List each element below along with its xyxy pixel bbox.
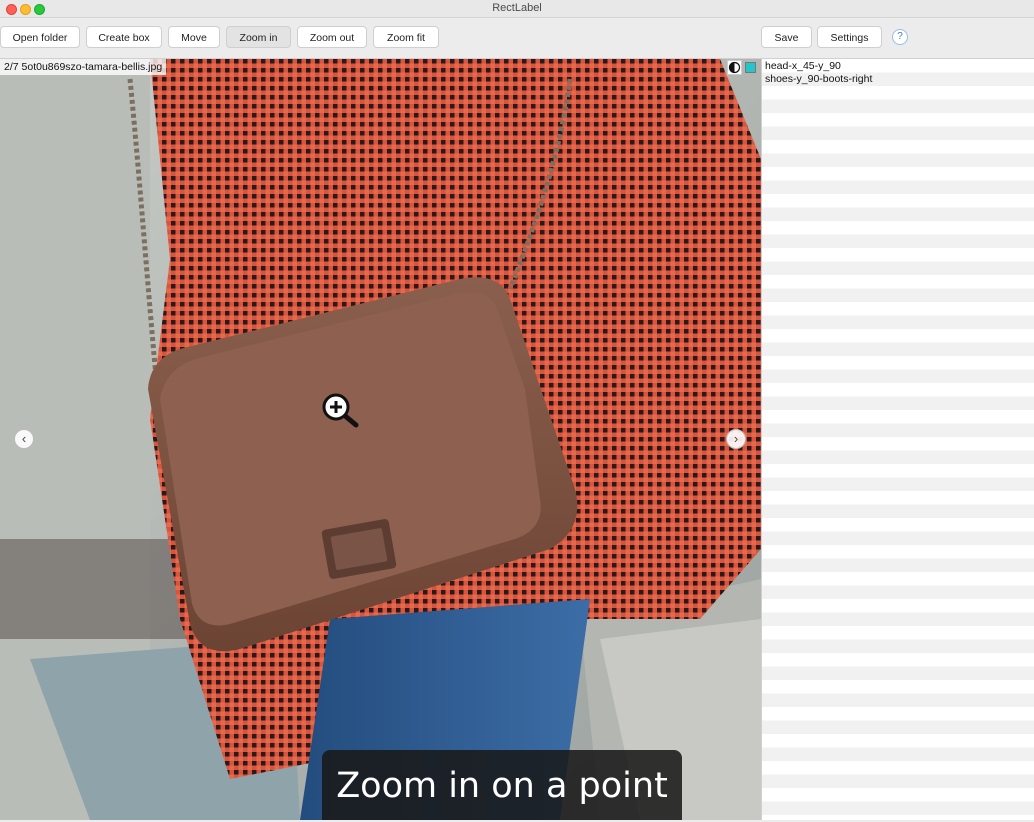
open-folder-button[interactable]: Open folder — [0, 26, 80, 48]
label-item-shoes[interactable]: shoes-y_90-boots-right — [765, 73, 872, 86]
help-icon[interactable]: ? — [892, 29, 908, 45]
previous-image-button[interactable]: ‹ — [14, 429, 34, 449]
window-title: RectLabel — [492, 2, 542, 14]
contrast-icon — [728, 61, 741, 74]
contrast-toggle[interactable] — [727, 60, 742, 75]
photo — [0, 59, 761, 820]
label-color-swatch[interactable] — [745, 62, 756, 73]
labels-panel: head-x_45-y_90 shoes-y_90-boots-right — [761, 59, 1034, 820]
image-canvas[interactable]: 2/7 5ot0u869szo-tamara-bellis.jpg ‹ › — [0, 59, 761, 820]
zoom-in-button[interactable]: Zoom in — [226, 26, 291, 48]
save-button[interactable]: Save — [761, 26, 812, 48]
window-titlebar: RectLabel — [0, 0, 1034, 18]
next-image-button[interactable]: › — [726, 429, 746, 449]
create-box-button[interactable]: Create box — [86, 26, 162, 48]
zoom-out-button[interactable]: Zoom out — [297, 26, 367, 48]
zoom-in-cursor-icon — [322, 393, 359, 428]
zoom-fit-button[interactable]: Zoom fit — [373, 26, 439, 48]
settings-button[interactable]: Settings — [817, 26, 882, 48]
move-button[interactable]: Move — [168, 26, 220, 48]
label-item-head[interactable]: head-x_45-y_90 — [765, 60, 841, 73]
label-controls — [727, 60, 759, 75]
toolbar: Open folder Create box Move Zoom in Zoom… — [0, 18, 1034, 59]
caption-overlay: Zoom in on a point — [322, 750, 682, 820]
image-filename: 2/7 5ot0u869szo-tamara-bellis.jpg — [0, 59, 167, 75]
